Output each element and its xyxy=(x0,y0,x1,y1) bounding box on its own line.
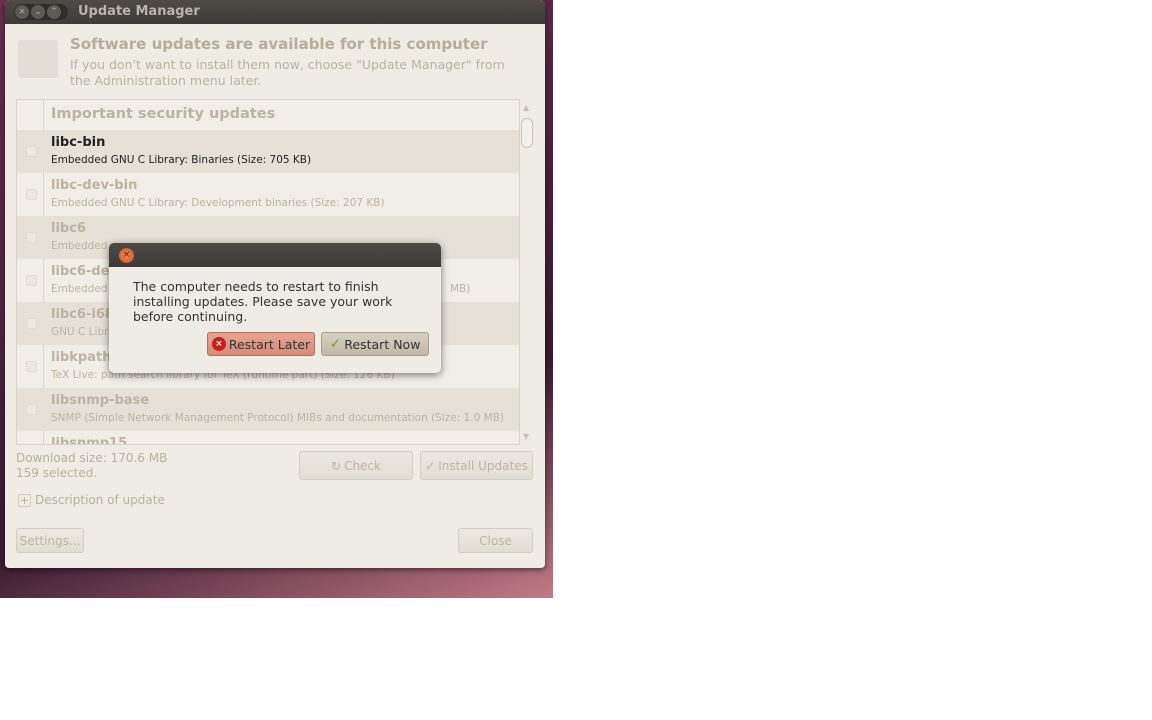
update-checkbox[interactable] xyxy=(26,361,37,372)
dialog-close-button[interactable]: × xyxy=(119,248,134,263)
restart-later-button[interactable]: × Restart Later xyxy=(207,332,315,356)
minimize-button[interactable]: ⌄ xyxy=(31,5,45,19)
package-update-icon xyxy=(18,40,58,78)
update-checkbox[interactable] xyxy=(26,146,37,157)
package-name: libsnmp15 xyxy=(51,436,128,445)
scroll-up-icon[interactable]: ▲ xyxy=(523,103,529,112)
title-bar: × ⌄ ⌃ Update Manager xyxy=(5,0,545,24)
header-subtitle: If you don't want to install them now, c… xyxy=(70,57,505,88)
package-name: libc-bin xyxy=(51,135,106,150)
restart-now-button[interactable]: ✓ Restart Now xyxy=(321,332,429,356)
package-description: Embedded xyxy=(51,283,108,295)
checkmark-icon: ✓ xyxy=(329,336,342,352)
list-item[interactable]: libc-dev-bin Embedded GNU C Library: Dev… xyxy=(17,173,519,216)
close-window-button[interactable]: × xyxy=(15,5,29,19)
update-checkbox[interactable] xyxy=(26,404,37,415)
list-item[interactable]: libc-bin Embedded GNU C Library: Binarie… xyxy=(17,130,519,173)
package-description: Embedded xyxy=(51,240,108,252)
update-checkbox[interactable] xyxy=(26,189,37,200)
settings-button[interactable]: Settings... xyxy=(16,528,84,553)
selected-count: 159 selected. xyxy=(16,466,98,480)
update-checkbox[interactable] xyxy=(26,232,37,243)
section-header: Important security updates xyxy=(51,106,276,122)
cancel-icon: × xyxy=(211,337,226,351)
package-name: libc6-de xyxy=(51,264,110,279)
package-name: libc6-i68 xyxy=(51,307,114,322)
package-description: Embedded GNU C Library: Binaries (Size: … xyxy=(51,154,312,166)
package-name: libc6 xyxy=(51,221,86,236)
header-title: Software updates are available for this … xyxy=(70,35,488,53)
check-button[interactable]: ↻ Check xyxy=(299,451,413,480)
window-title: Update Manager xyxy=(78,4,200,19)
scrollbar-thumb[interactable] xyxy=(521,118,533,148)
download-size: Download size: 170.6 MB xyxy=(16,451,168,465)
list-item[interactable]: libsnmp15 xyxy=(17,431,519,445)
description-expander[interactable]: + Description of update xyxy=(18,493,165,507)
download-status: Download size: 170.6 MB 159 selected. xyxy=(16,451,167,481)
package-name: libc-dev-bin xyxy=(51,178,138,193)
refresh-icon: ↻ xyxy=(331,458,342,473)
close-button[interactable]: Close xyxy=(458,528,533,553)
package-description: SNMP (Simple Network Management Protocol… xyxy=(51,412,505,424)
package-description-tail: MB) xyxy=(450,283,471,295)
update-checkbox[interactable] xyxy=(26,318,37,329)
dialog-message: The computer needs to restart to finish … xyxy=(133,279,393,324)
package-name: libsnmp-base xyxy=(51,393,150,408)
package-description: Embedded GNU C Library: Development bina… xyxy=(51,197,385,209)
checkmark-icon: ✓ xyxy=(425,458,436,473)
maximize-button[interactable]: ⌃ xyxy=(47,5,61,19)
package-description: GNU C Libr xyxy=(51,326,109,338)
install-updates-button[interactable]: ✓ Install Updates xyxy=(420,451,533,480)
restart-dialog: × The computer needs to restart to finis… xyxy=(109,243,441,373)
scroll-down-icon[interactable]: ▼ xyxy=(523,432,529,441)
package-name: libkpath xyxy=(51,350,112,365)
list-item[interactable]: libsnmp-base SNMP (Simple Network Manage… xyxy=(17,388,519,431)
update-checkbox[interactable] xyxy=(26,275,37,286)
expand-icon: + xyxy=(18,493,31,507)
